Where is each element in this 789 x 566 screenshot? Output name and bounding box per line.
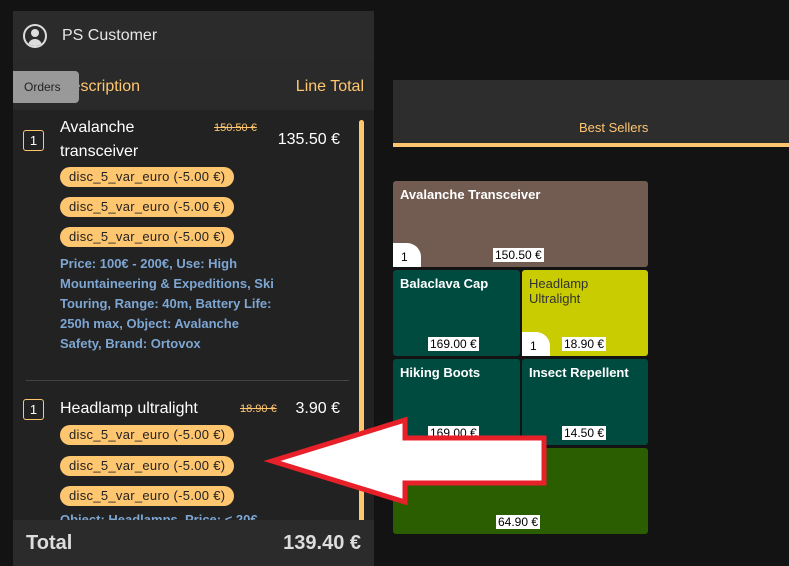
annotation-arrow-icon (263, 416, 547, 506)
orders-tooltip: Orders (13, 71, 79, 103)
